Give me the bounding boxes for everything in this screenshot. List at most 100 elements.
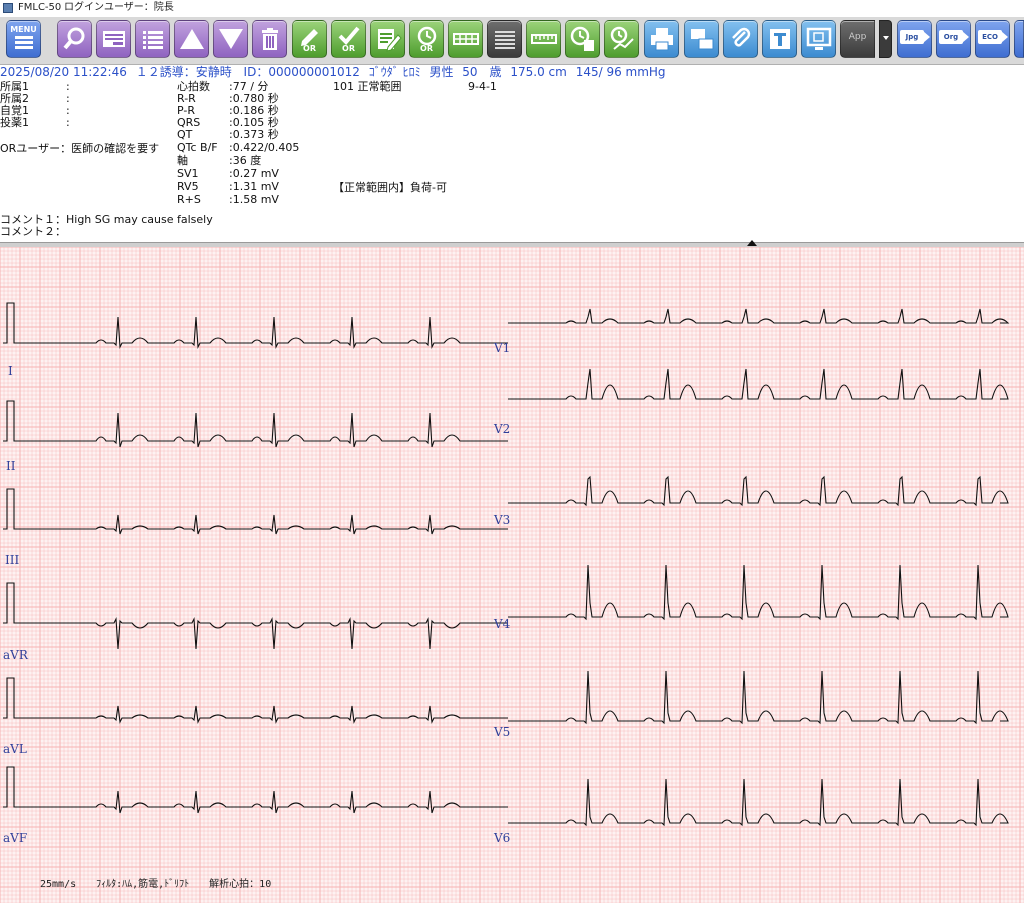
sv1-label: SV1 [177,167,199,180]
or-label: OR [342,44,355,53]
patient-sex: 男性 [429,65,454,79]
ecg-grid [0,247,1024,903]
report-edit-button[interactable] [370,20,405,58]
monitor-button[interactable] [801,20,836,58]
toolbar: MENU OR OR OR App Jpg Org ECO [0,17,1024,65]
collapse-arrow-icon[interactable] [747,240,757,246]
rv5-value: :1.31 mV [229,180,279,193]
delete-button[interactable] [252,20,287,58]
print-button[interactable] [644,20,679,58]
app-logo-icon [3,3,13,13]
rv5-label: RV5 [177,180,199,193]
app-button[interactable]: App [840,20,875,58]
patient-id: 000000001012 [268,65,360,79]
minnesota-code: 9-4-1 [468,80,497,93]
magnifier-icon [62,27,84,50]
login-user: ログインユーザー：院長 [64,2,174,13]
lead-label-v5: V5 [494,725,511,739]
export-jpg-button[interactable]: Jpg [897,20,932,58]
app-dropdown-button[interactable] [879,20,892,58]
title-bar: FMLC-50 ログインユーザー：院長 [0,0,1024,16]
ruler-icon [530,34,557,44]
lead-label-iii: III [5,553,20,567]
paperclip-icon [731,27,750,47]
jpg-arrow-icon: Jpg [900,30,924,44]
patient-height: 175.0 cm [510,65,567,79]
or-confirm-button[interactable]: OR [331,20,366,58]
r-plus-s-label: R+S [177,193,201,206]
exam-datetime: 2025/08/20 11:22:46 [0,65,127,79]
lead-label-avr: aVR [3,648,28,662]
ruler-button[interactable] [526,20,561,58]
or-edit-button[interactable]: OR [292,20,327,58]
menu-label: MENU [10,25,37,34]
patient-id-label: ID： [243,65,269,79]
medication1-value: : [66,116,70,129]
qtc-label: QTc B/F [177,141,218,154]
export-eco-button[interactable]: ECO [975,20,1010,58]
print-transfer-button[interactable] [684,20,719,58]
lead-label-v3: V3 [494,513,511,527]
sv1-value: :0.27 mV [229,167,279,180]
arrow-down-icon [218,29,243,49]
lead-label-v1: V1 [494,341,511,355]
list-view-button[interactable] [135,20,170,58]
or-label: OR [303,44,316,53]
axis-value: :36 度 [229,154,262,167]
patient-header: 2025/08/20 11:22:46 １２誘導：安静時 ID：00000000… [0,65,1024,79]
recording-settings: 25mm/s ﾌｨﾙﾀ:ﾊﾑ,筋電,ﾄﾞﾘﾌﾄ 解析心拍：10 [40,879,272,890]
lead-label-i: I [8,364,13,378]
transfer-printer-icon [690,29,713,50]
export-org-button[interactable]: Org [936,20,971,58]
attach-button[interactable] [723,20,758,58]
arrow-right-icon [1001,31,1008,43]
qt-value: :0.373 秒 [229,128,279,141]
lead-label-ii: II [6,459,16,473]
record-card-icon [102,31,125,47]
record-list-button[interactable] [96,20,131,58]
axis-label: 軸 [177,154,188,167]
lead-label-avl: aVL [3,742,27,756]
chevron-down-icon [883,36,889,40]
document-pen-icon [377,29,402,52]
lead-label-avf: aVF [3,831,28,845]
medication1-label: 投薬1 [0,116,29,129]
lead-mode: １２誘導：安静時 [135,65,232,79]
layout-button[interactable] [448,20,483,58]
comment2: コメント２： [0,225,66,238]
lines-icon [494,31,515,49]
app-name: FMLC-50 [18,2,62,13]
search-button[interactable] [57,20,92,58]
text-button[interactable] [762,20,797,58]
or-label: OR [420,44,433,53]
menu-button[interactable]: MENU [6,20,41,58]
diagnosis-summary: 【正常範囲内】負荷-可 [333,181,447,194]
arrow-right-icon [962,31,969,43]
qt-label: QT [177,128,193,141]
qtc-value: :0.422/0.405 [229,141,300,154]
arrow-right-icon [923,31,930,43]
patient-bp: 145/ 96 mmHg [575,65,666,79]
lead-label-v2: V2 [494,422,511,436]
list-icon [142,31,163,49]
app-label: App [848,32,867,42]
clock-chart-icon [610,26,634,50]
patient-age: 50 歳 [462,65,502,79]
patient-name: ｺﾞｳﾀﾞ ﾋﾛﾐ [368,65,421,79]
toolbar-overflow-button[interactable] [1014,20,1024,58]
lead-label-v4: V4 [494,617,511,631]
next-record-button[interactable] [213,20,248,58]
monitor-icon [806,27,831,50]
lead-label-v6: V6 [494,831,511,845]
or-timer-button[interactable]: OR [409,20,444,58]
or-user-status: ORユーザー：医師の確認を要す [0,142,160,155]
text-t-icon [769,29,790,49]
previous-record-button[interactable] [174,20,209,58]
lead-list-button[interactable] [487,20,522,58]
diagnosis-code: 101 正常範囲 [333,80,402,93]
clock-document-icon [570,26,594,51]
timer-document-button[interactable] [565,20,600,58]
timer-chart-button[interactable] [604,20,639,58]
r-plus-s-value: :1.58 mV [229,193,279,206]
grid-icon [452,33,479,45]
